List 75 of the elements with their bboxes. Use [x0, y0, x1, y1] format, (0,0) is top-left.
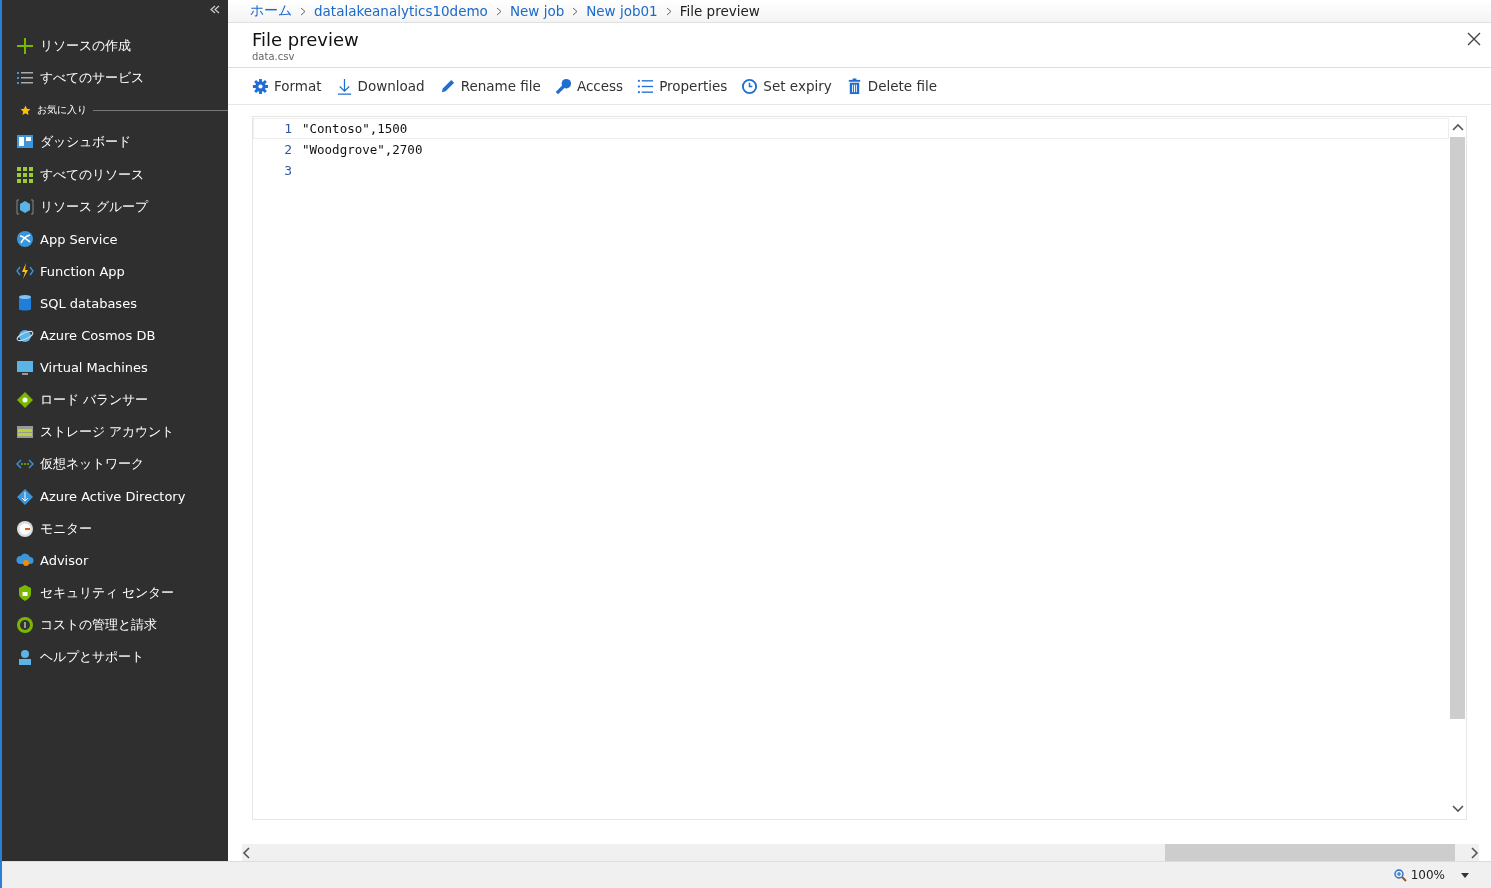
scroll-right-icon[interactable]: [1471, 846, 1479, 859]
diamond-icon: [16, 390, 34, 409]
section-label: お気に入り: [37, 103, 87, 118]
line-number: 2: [283, 142, 293, 157]
sidebar-item[interactable]: すべてのサービス: [2, 62, 228, 95]
chevron-icon: [665, 6, 672, 16]
code-line: "Contoso",1500: [302, 121, 408, 136]
sidebar-item[interactable]: リソース グループ: [2, 190, 228, 223]
sidebar-item[interactable]: ダッシュボード: [2, 126, 228, 159]
scrollbar-thumb[interactable]: [1450, 137, 1465, 719]
sidebar-item[interactable]: モニター: [2, 512, 228, 545]
chevron-icon: [572, 6, 579, 16]
sidebar-item[interactable]: リソースの作成: [2, 30, 228, 63]
sidebar-item[interactable]: コストの管理と請求: [2, 609, 228, 642]
blade-subtitle: data.csv: [252, 51, 296, 62]
diamond-icon: [16, 487, 34, 506]
breadcrumb-current: File preview: [679, 3, 760, 19]
key-icon: [554, 77, 572, 95]
code-line: "Woodgrove",2700: [302, 142, 423, 157]
sidebar-item[interactable]: SQL databases: [2, 287, 228, 320]
horizontal-scrollbar[interactable]: [242, 844, 1479, 861]
scroll-up-icon[interactable]: [1451, 123, 1464, 131]
star-icon: [20, 104, 31, 116]
zoom-level: 100%: [1410, 868, 1445, 882]
monitor-icon: [16, 358, 34, 377]
toolbar-button[interactable]: Access: [552, 75, 632, 97]
sidebar-item[interactable]: Advisor: [2, 544, 228, 577]
breadcrumb-link[interactable]: ホーム: [250, 2, 292, 20]
breadcrumb-link[interactable]: New job: [509, 3, 565, 19]
gear-icon: [252, 77, 269, 95]
person-icon: [16, 648, 34, 667]
toolbar-button[interactable]: Rename file: [436, 75, 549, 97]
sidebar-item[interactable]: 仮想ネットワーク: [2, 448, 228, 481]
sidebar-item[interactable]: すべてのリソース: [2, 158, 228, 191]
sidebar-item[interactable]: Function App: [2, 255, 228, 288]
scroll-left-icon[interactable]: [242, 846, 250, 859]
breadcrumb-link[interactable]: New job01: [586, 3, 658, 19]
blade-title: File preview: [252, 29, 359, 51]
shield-icon: [16, 584, 34, 603]
line-number: 3: [283, 163, 293, 178]
globe-icon: [16, 230, 34, 249]
sidebar-item[interactable]: ヘルプとサポート: [2, 641, 228, 674]
clock-icon: [741, 77, 759, 95]
grid-icon: [16, 165, 34, 184]
dropdown-icon[interactable]: [1461, 872, 1469, 878]
scroll-down-icon[interactable]: [1451, 805, 1464, 813]
toolbar-button[interactable]: Download: [333, 75, 433, 97]
database-icon: [16, 294, 34, 313]
code-editor[interactable]: 1 "Contoso",1500 2 "Woodgrove",2700 3: [252, 116, 1467, 820]
lightning-icon: [16, 262, 34, 281]
plus-icon: [16, 37, 34, 56]
coin-icon: [16, 616, 34, 635]
list-icon: [637, 77, 655, 95]
sidebar-item[interactable]: App Service: [2, 222, 228, 256]
sidebar-item[interactable]: Azure Cosmos DB: [2, 319, 228, 352]
sidebar-item[interactable]: Azure Active Directory: [2, 480, 228, 513]
collapse-icon[interactable]: [210, 5, 220, 14]
zoom-icon[interactable]: [1393, 868, 1407, 882]
toolbar-button[interactable]: Format: [250, 75, 330, 97]
chevron-icon: [300, 6, 306, 16]
gauge-icon: [16, 519, 34, 538]
sidebar-item[interactable]: Virtual Machines: [2, 351, 228, 384]
breadcrumb-link[interactable]: datalakeanalytics10demo: [314, 3, 488, 19]
line-number: 1: [283, 121, 293, 136]
sidebar-item[interactable]: ロード バランサー: [2, 383, 228, 417]
toolbar-button[interactable]: Delete file: [843, 75, 945, 97]
toolbar-button[interactable]: Properties: [635, 75, 736, 97]
close-icon[interactable]: [1467, 32, 1481, 46]
cube-icon: [16, 197, 34, 216]
sidebar-item[interactable]: ストレージ アカウント: [2, 416, 228, 449]
chevron-icon: [495, 6, 502, 16]
toolbar-button[interactable]: Set expiry: [739, 75, 840, 97]
scrollbar-thumb[interactable]: [1165, 844, 1455, 861]
sidebar-item[interactable]: セキュリティ センター: [2, 577, 228, 610]
download-icon: [335, 77, 353, 95]
